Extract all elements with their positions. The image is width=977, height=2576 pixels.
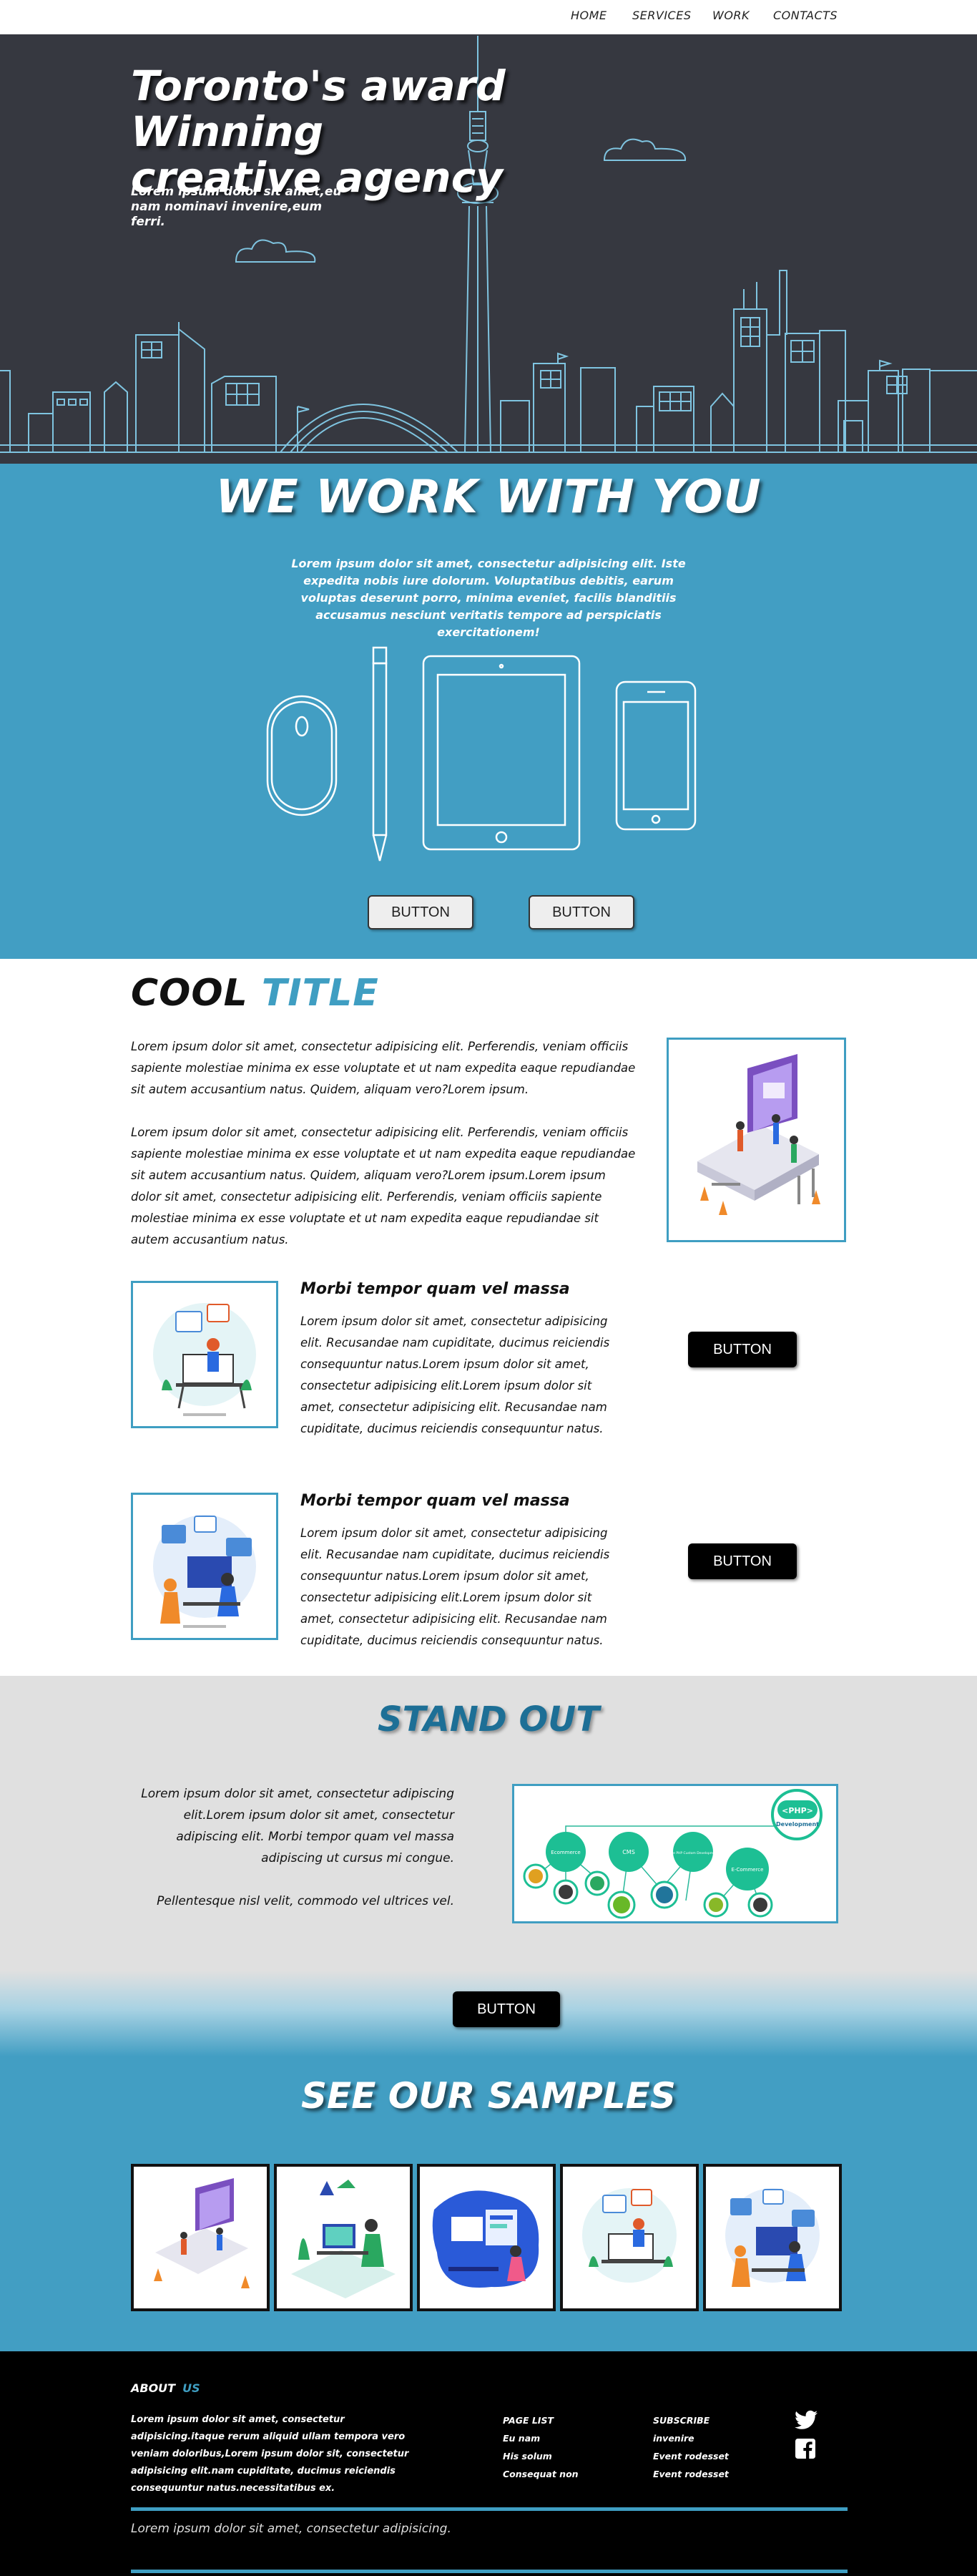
footer-page-link-1[interactable]: Eu nam — [503, 2429, 579, 2447]
footer-divider-bottom — [131, 2570, 848, 2573]
sample-image-4[interactable] — [560, 2164, 699, 2311]
samples-title: SEE OUR SAMPLES — [301, 2075, 676, 2117]
tablet-icon — [422, 655, 581, 851]
cool-title-word-1: COOL — [131, 972, 248, 1015]
php-label: <PHP> — [782, 1806, 813, 1815]
hero-subtitle-line-2: nam nominavi invenire,eum ferri. — [131, 200, 323, 229]
nav-work[interactable]: WORK — [712, 9, 750, 22]
sample-image-2[interactable] — [274, 2164, 413, 2311]
feature-2-title: Morbi tempor quam vel massa — [300, 1492, 570, 1510]
feature-1-image — [131, 1281, 278, 1428]
footer-subscribe-link-1[interactable]: invenire — [653, 2429, 729, 2447]
footer-divider-top — [131, 2507, 848, 2511]
work-button-1[interactable]: BUTTON — [368, 895, 473, 930]
footer-subscribe-heading: SUBSCRIBE — [653, 2415, 710, 2426]
footer-about-us-label: US — [182, 2381, 200, 2395]
stand-out-title: STAND OUT — [378, 1699, 599, 1740]
php-services-diagram: <PHP> Development Ecommerce CMS Core PHP… — [512, 1784, 838, 1923]
node-e-commerce: E-Commerce — [732, 1867, 764, 1873]
we-work-title: WE WORK WITH YOU — [215, 471, 762, 524]
nav-services[interactable]: SERVICES — [632, 9, 691, 22]
stand-out-text-2: Pellentesque nisl velit, commodo vel ult… — [157, 1894, 454, 1908]
footer: ABOUT US Lorem ipsum dolor sit amet, cons… — [0, 2351, 977, 2576]
top-navigation: HOME SERVICES WORK CONTACTS — [0, 0, 977, 34]
cool-paragraph-1: Lorem ipsum dolor sit amet, consectetur … — [131, 1040, 636, 1096]
footer-page-link-3[interactable]: Consequat non — [503, 2465, 579, 2483]
we-work-section: WE WORK WITH YOU Lorem ipsum dolor sit a… — [0, 464, 977, 959]
work-button-2[interactable]: BUTTON — [529, 895, 634, 930]
cool-illustration-image — [667, 1038, 846, 1242]
stand-out-text-1: Lorem ipsum dolor sit amet, consectetur … — [141, 1787, 454, 1865]
we-work-text: Lorem ipsum dolor sit amet, consectetur … — [291, 557, 686, 639]
feature-2-text: Lorem ipsum dolor sit amet, consectetur … — [300, 1526, 610, 1647]
footer-about-text: Lorem ipsum dolor sit amet, consectetur … — [131, 2414, 409, 2494]
feature-1-title: Morbi tempor quam vel massa — [300, 1280, 570, 1298]
nav-contacts[interactable]: CONTACTS — [773, 9, 838, 22]
feature-2-image — [131, 1493, 278, 1640]
footer-subscribe-link-2[interactable]: Event rodesset — [653, 2447, 729, 2465]
feature-1-text: Lorem ipsum dolor sit amet, consectetur … — [300, 1314, 610, 1435]
cool-title-word-2: TITLE — [261, 972, 379, 1015]
footer-page-list: PAGE LIST Eu nam His solum Consequat non — [503, 2411, 579, 2483]
phone-icon — [615, 680, 697, 831]
footer-subscribe: SUBSCRIBE invenire Event rodesset Event … — [653, 2411, 729, 2483]
hero-section: Toronto's award Winning creative agency … — [0, 34, 977, 464]
hero-subtitle-line-1: Lorem ipsum dolor sit amet,eu — [131, 185, 342, 199]
cool-title: COOL TITLE — [131, 972, 379, 1015]
php-sub-label: Development — [776, 1821, 819, 1828]
hero-subtitle: Lorem ipsum dolor sit amet,eu nam nomina… — [131, 185, 360, 230]
footer-page-link-2[interactable]: His solum — [503, 2447, 579, 2465]
sample-image-1[interactable] — [131, 2164, 270, 2311]
hero-title: Toronto's award Winning creative agency — [131, 63, 674, 200]
sample-image-3[interactable] — [417, 2164, 556, 2311]
footer-about-label: ABOUT — [131, 2381, 176, 2395]
node-ecommerce: Ecommerce — [551, 1850, 580, 1855]
sample-image-5[interactable] — [703, 2164, 842, 2311]
node-cms: CMS — [622, 1849, 635, 1855]
facebook-icon[interactable] — [795, 2439, 815, 2459]
node-core-php: Core PHP Custom Development — [667, 1851, 718, 1855]
devices-illustration — [266, 646, 697, 862]
hero-title-line-1: Toronto's award Winning — [131, 62, 506, 156]
twitter-icon[interactable] — [795, 2410, 818, 2430]
feature-1-button[interactable]: BUTTON — [688, 1332, 797, 1367]
footer-subscribe-link-3[interactable]: Event rodesset — [653, 2465, 729, 2483]
feature-2-button[interactable]: BUTTON — [688, 1543, 797, 1579]
stand-out-button[interactable]: BUTTON — [453, 1991, 560, 2027]
footer-about-heading: ABOUT US — [131, 2381, 200, 2395]
footer-page-list-heading: PAGE LIST — [503, 2415, 554, 2426]
footer-bottom-text: Lorem ipsum dolor sit amet, consectetur … — [131, 2522, 451, 2536]
nav-home[interactable]: HOME — [571, 9, 607, 22]
cool-paragraph-2: Lorem ipsum dolor sit amet, consectetur … — [131, 1126, 636, 1246]
